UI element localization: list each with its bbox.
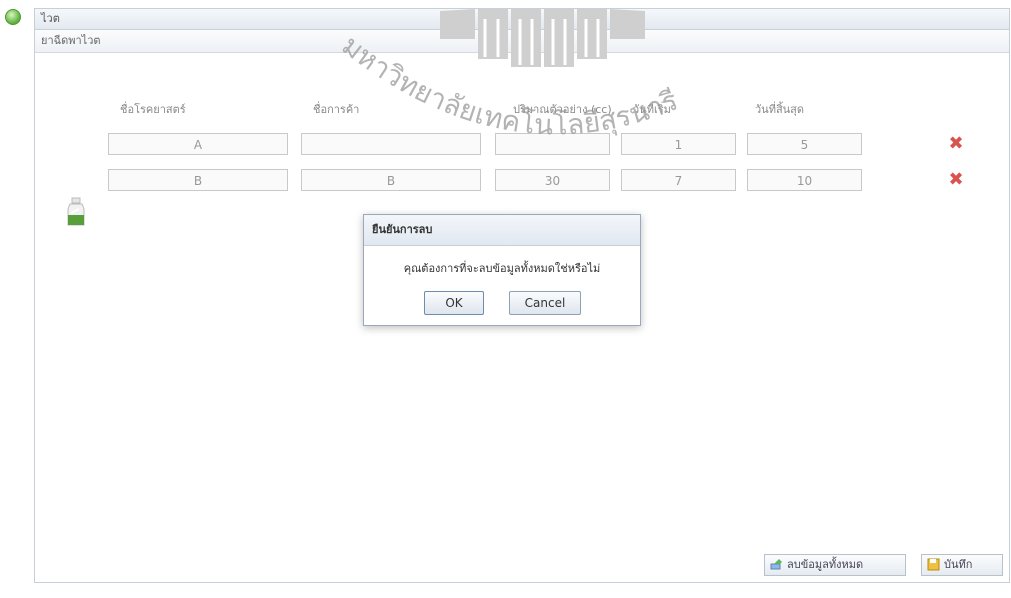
header-volume: ปริมาณตัวอย่าง (cc)	[513, 103, 612, 116]
row1-trade-name[interactable]	[301, 133, 481, 155]
row1-end-date[interactable]: 5	[747, 133, 862, 155]
save-label: บันทึก	[944, 558, 973, 571]
header-end-date: วันที่สิ้นสุด	[755, 103, 805, 116]
eraser-icon	[770, 559, 782, 570]
row2-start-date[interactable]: 7	[621, 169, 736, 191]
save-icon	[927, 558, 940, 571]
row1-start-date[interactable]: 1	[621, 133, 736, 155]
row2-trade-name[interactable]: B	[301, 169, 481, 191]
delete-all-button[interactable]: ลบข้อมูลทั้งหมด	[764, 554, 906, 576]
dialog-message: คุณต้องการที่จะลบข้อมูลทั้งหมดใช่หรือไม่	[403, 262, 601, 275]
row2-end-date[interactable]: 10	[747, 169, 862, 191]
ok-button[interactable]: OK	[424, 291, 484, 315]
cancel-button[interactable]: Cancel	[509, 291, 581, 315]
window-title: ไวต	[35, 9, 1009, 30]
header-trade-name: ชื่อการค้า	[313, 103, 360, 116]
confirm-delete-dialog: ยืนยันการลบ คุณต้องการที่จะลบข้อมูลทั้งห…	[363, 214, 641, 326]
delete-row-2-icon[interactable]: ✖	[947, 171, 965, 189]
save-button[interactable]: บันทึก	[921, 554, 1003, 576]
panel-header: ยาฉีดพาไวต	[35, 30, 1009, 53]
header-drug-name: ชื่อโรคยาสตร์	[120, 103, 186, 116]
app-icon	[5, 9, 21, 25]
dialog-title: ยืนยันการลบ	[364, 215, 640, 246]
row1-drug-name[interactable]: A	[108, 133, 288, 155]
row1-volume[interactable]	[495, 133, 610, 155]
row2-drug-name[interactable]: B	[108, 169, 288, 191]
delete-row-1-icon[interactable]: ✖	[947, 135, 965, 153]
delete-all-label: ลบข้อมูลทั้งหมด	[787, 558, 864, 571]
row2-volume[interactable]: 30	[495, 169, 610, 191]
header-start-date: วันที่เริ่ม	[633, 103, 671, 116]
add-row-bottle-icon[interactable]	[65, 197, 87, 227]
